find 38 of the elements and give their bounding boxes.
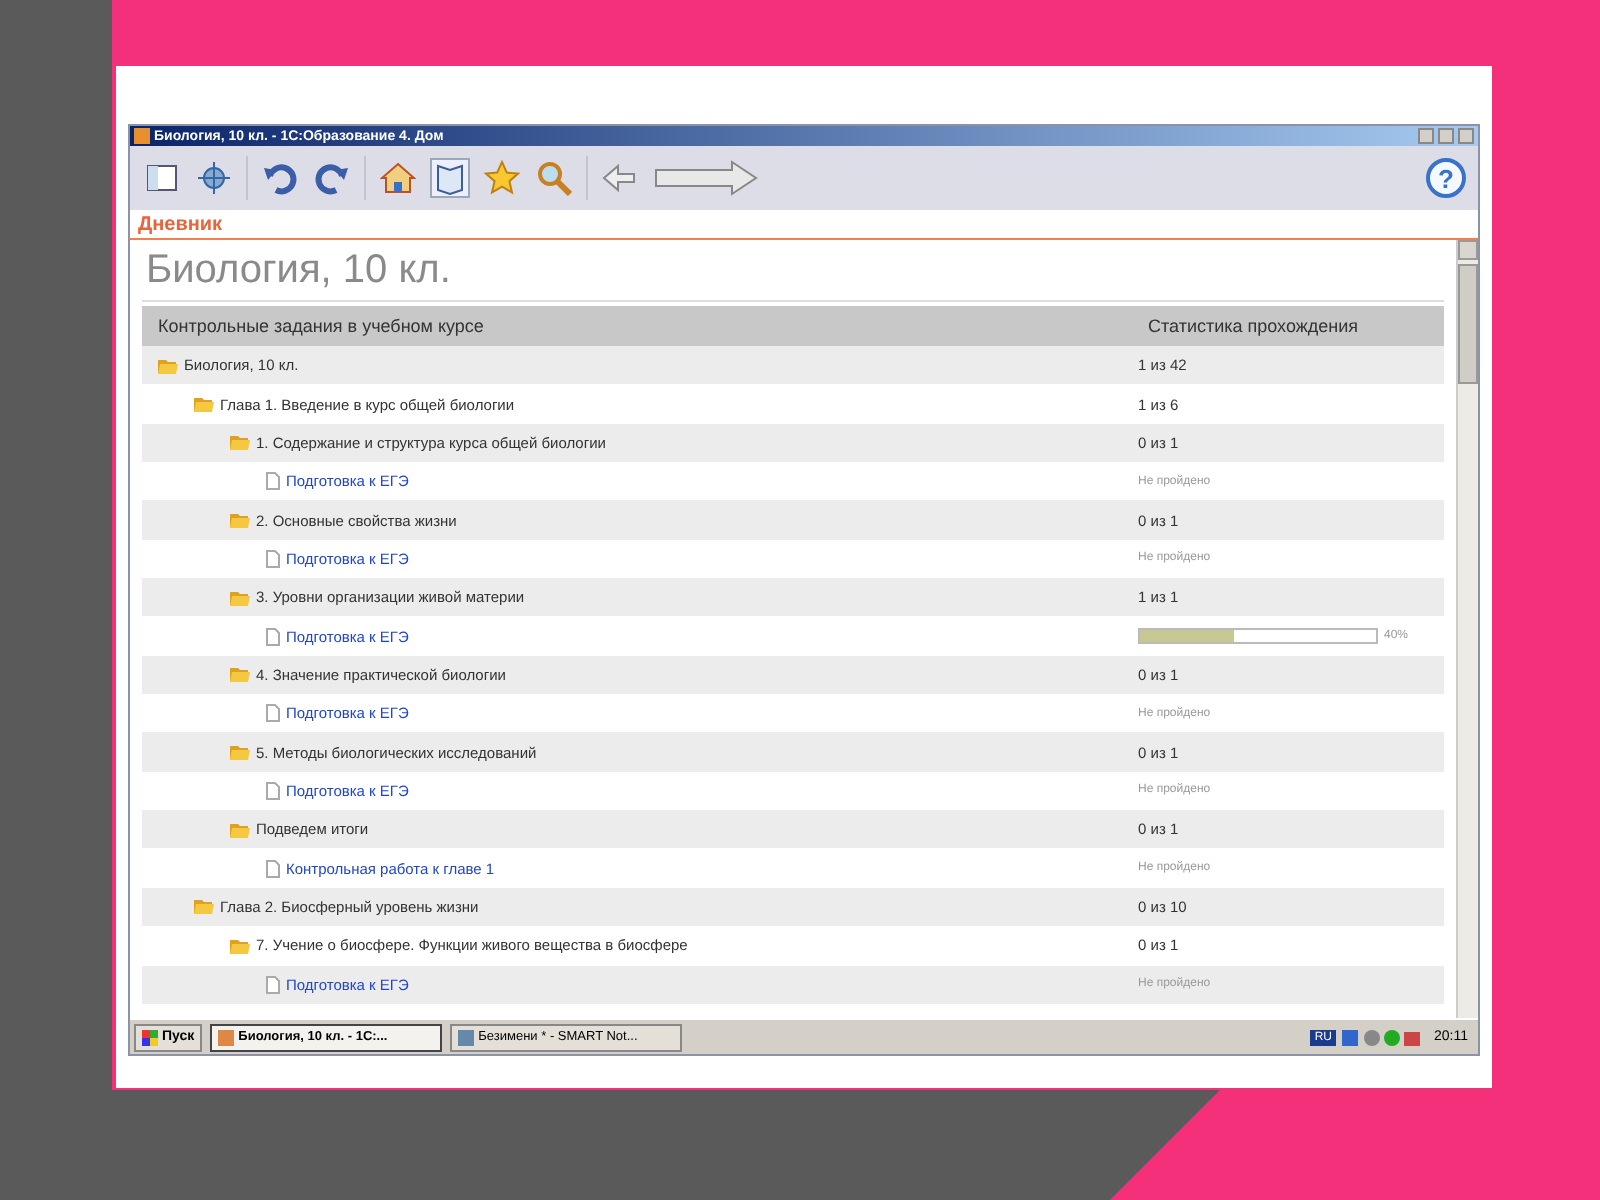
folder-icon — [230, 744, 250, 761]
folder-icon — [230, 821, 250, 838]
folder-icon — [158, 357, 178, 374]
home-icon[interactable] — [378, 158, 418, 198]
restore-button[interactable] — [1438, 128, 1454, 144]
folder-icon — [230, 937, 250, 954]
folder-icon — [230, 434, 250, 451]
document-icon — [266, 472, 280, 491]
column-header: Статистика прохождения — [1146, 316, 1361, 336]
tray-icons[interactable] — [1342, 1027, 1422, 1047]
app-icon — [134, 128, 150, 144]
undo-icon[interactable] — [260, 158, 300, 198]
document-icon — [266, 704, 280, 723]
book-icon[interactable] — [430, 158, 470, 198]
folder-icon — [230, 666, 250, 683]
page-title: Биология, 10 кл. — [142, 240, 1444, 302]
folder-icon — [194, 396, 214, 413]
windows-logo-icon — [142, 1029, 158, 1045]
crosshair-icon[interactable] — [194, 158, 234, 198]
column-header: Контрольные задания в учебном курсе — [156, 316, 486, 336]
minimize-button[interactable] — [1418, 128, 1434, 144]
document-icon — [266, 549, 280, 568]
document-icon — [266, 627, 280, 646]
document-icon — [266, 781, 280, 800]
app-icon — [458, 1029, 475, 1045]
app-icon — [218, 1029, 235, 1045]
document-icon — [266, 859, 280, 878]
forward-arrow-icon[interactable] — [652, 158, 760, 198]
close-button[interactable] — [1458, 128, 1474, 144]
redo-icon[interactable] — [312, 158, 352, 198]
folder-icon — [230, 512, 250, 529]
folder-icon — [194, 898, 214, 915]
search-icon[interactable] — [534, 158, 574, 198]
star-icon[interactable] — [482, 158, 522, 198]
folder-icon — [230, 589, 250, 606]
help-button[interactable]: ? — [1426, 158, 1466, 198]
document-icon — [266, 975, 280, 994]
back-arrow-icon[interactable] — [600, 158, 640, 198]
